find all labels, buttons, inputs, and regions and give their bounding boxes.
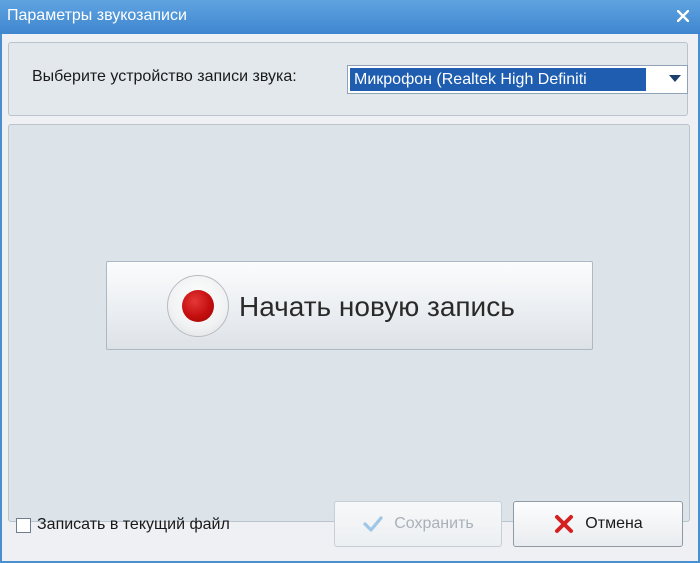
close-button[interactable]	[672, 5, 694, 27]
checkmark-icon	[363, 516, 383, 532]
device-label: Выберите устройство записи звука:	[32, 68, 297, 85]
cancel-label: Отмена	[585, 515, 643, 532]
save-label: Сохранить	[394, 515, 474, 532]
close-icon	[677, 10, 689, 22]
device-dropdown-value: Микрофон (Realtek High Definiti	[350, 68, 646, 91]
cancel-button[interactable]: Отмена	[513, 501, 683, 547]
device-panel: Выберите устройство записи звука: Микроф…	[8, 42, 688, 116]
write-to-current-file-checkbox[interactable]: Записать в текущий файл	[16, 514, 230, 536]
dialog-body: Выберите устройство записи звука: Микроф…	[2, 34, 698, 561]
checkbox-label: Записать в текущий файл	[37, 516, 230, 533]
window-title: Параметры звукозаписи	[7, 7, 187, 24]
chevron-down-icon	[669, 75, 681, 82]
titlebar: Параметры звукозаписи	[0, 0, 700, 34]
checkbox-box[interactable]	[16, 517, 31, 533]
dialog-window: Параметры звукозаписи Выберите устройств…	[0, 0, 700, 563]
device-dropdown[interactable]: Микрофон (Realtek High Definiti	[347, 65, 688, 94]
record-icon	[167, 275, 229, 337]
start-recording-button[interactable]: Начать новую запись	[106, 261, 593, 350]
save-button[interactable]: Сохранить	[334, 501, 502, 547]
start-recording-label: Начать новую запись	[239, 291, 515, 322]
record-panel: Начать новую запись	[8, 124, 690, 522]
red-x-icon	[555, 515, 574, 533]
record-dot	[182, 290, 214, 322]
